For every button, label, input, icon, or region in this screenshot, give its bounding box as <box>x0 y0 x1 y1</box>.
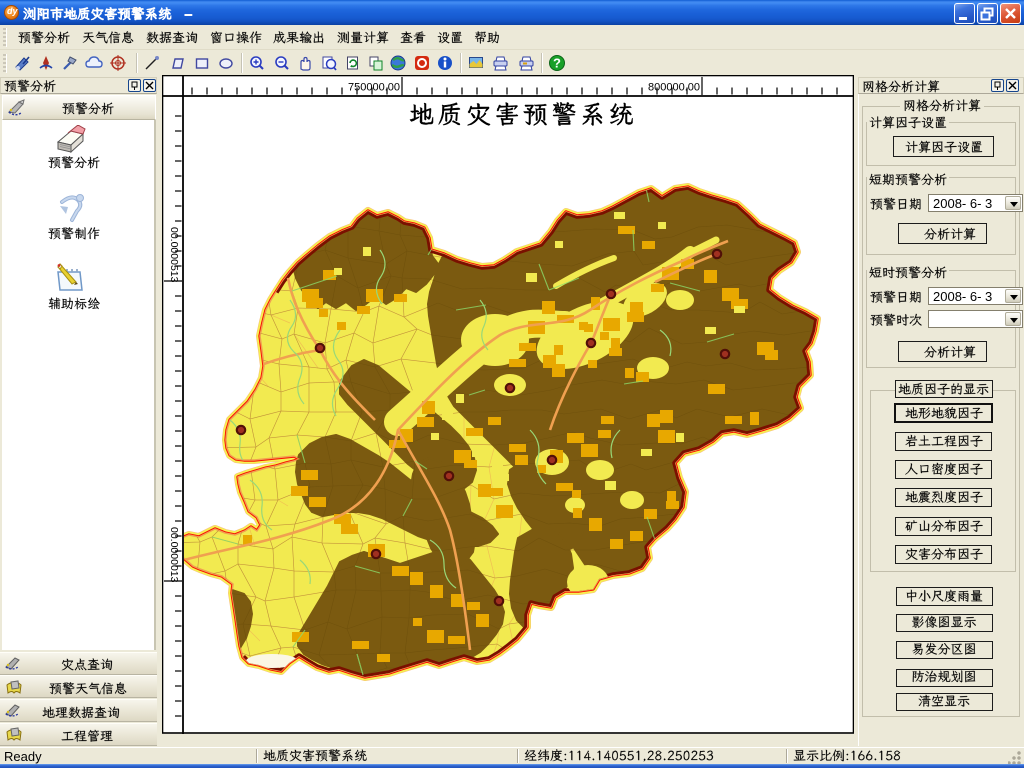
svg-text:750000.00: 750000.00 <box>348 82 400 94</box>
svg-text:00.0000013: 00.0000013 <box>168 527 180 583</box>
svg-text:?: ? <box>553 56 561 71</box>
svg-text:00.0000513: 00.0000513 <box>168 227 180 283</box>
svg-text:800000.00: 800000.00 <box>648 82 700 94</box>
